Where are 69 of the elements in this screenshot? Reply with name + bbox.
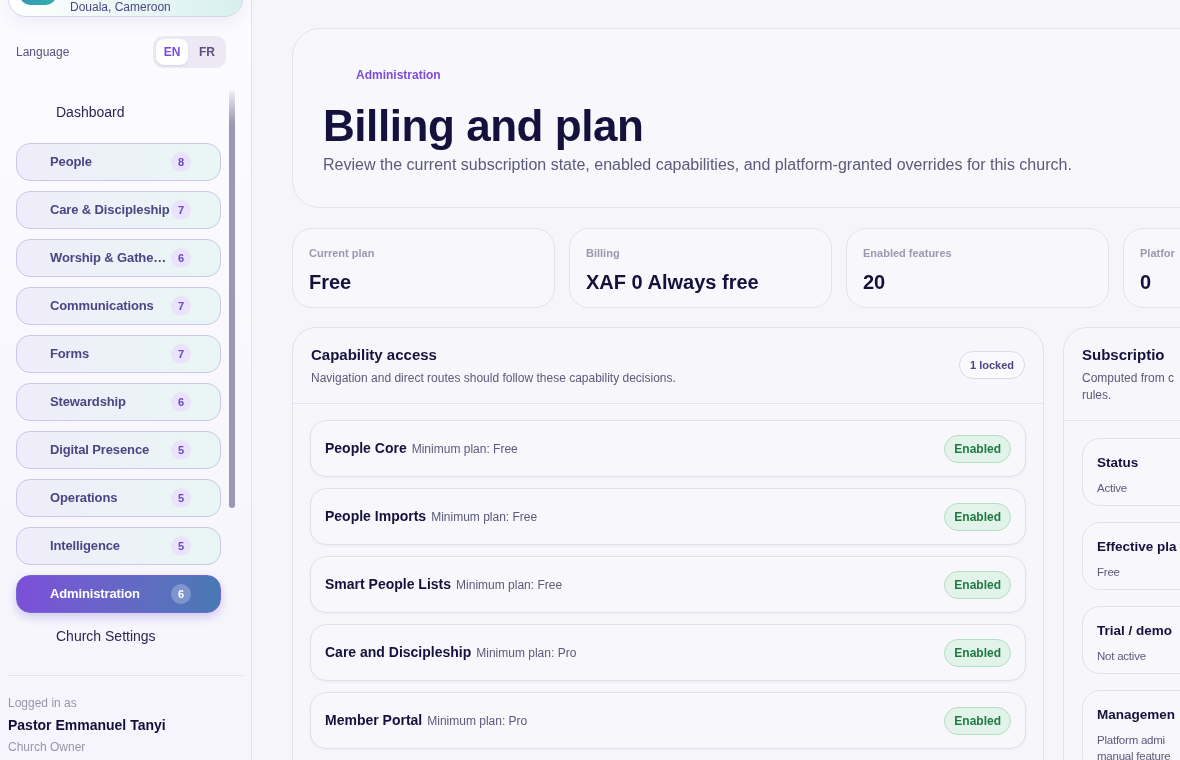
capability-name: People Imports <box>325 507 427 526</box>
nav-group-button[interactable]: Operations 5 <box>16 479 221 517</box>
minimum-plan-text: Minimum plan: Pro <box>427 713 528 730</box>
stat-label: Current plan <box>309 246 375 260</box>
status-pill: Enabled <box>944 434 1011 463</box>
nav-group-button[interactable]: Forms 7 <box>16 335 221 373</box>
stat-value: XAF 0 Always free <box>586 270 759 295</box>
nav-group-button[interactable]: Care & Discipleship 7 <box>16 191 221 229</box>
stat-value: 0 <box>1140 270 1152 295</box>
info-title: Effective pla <box>1097 538 1177 556</box>
stat-value: Free <box>309 270 352 295</box>
nav-group-button[interactable]: Worship & Gathe… 6 <box>16 239 221 277</box>
scrollbar-thumb[interactable] <box>229 90 235 508</box>
info-value: Platform admi manual feature <box>1097 733 1171 760</box>
nav-group-button[interactable]: Digital Presence 5 <box>16 431 221 469</box>
panel-title: Capability access <box>311 345 437 365</box>
info-value: Free <box>1097 565 1120 580</box>
panel-subtitle: Navigation and direct routes should follow these capability decisions. <box>311 370 676 386</box>
capability-name: Care and Discipleship <box>325 643 472 662</box>
stat-label: Platfor <box>1140 246 1175 260</box>
panel-title: Subscriptio <box>1082 345 1165 365</box>
count-badge: 7 <box>171 344 191 364</box>
stat-label: Billing <box>586 246 620 260</box>
count-badge: 6 <box>171 584 191 604</box>
user-name: Pastor Emmanuel Tanyi <box>8 716 166 735</box>
nav-link[interactable]: Church Settings <box>56 617 156 655</box>
info-title: Managemen <box>1097 706 1176 724</box>
minimum-plan-text: Minimum plan: Free <box>456 577 563 594</box>
count-badge: 6 <box>171 248 191 268</box>
status-pill: Enabled <box>944 638 1011 667</box>
minimum-plan-text: Minimum plan: Pro <box>476 645 577 662</box>
count-badge: 5 <box>171 488 191 508</box>
language-option[interactable]: EN <box>156 39 188 65</box>
stat-value: 20 <box>863 270 886 295</box>
count-badge: 5 <box>171 440 191 460</box>
nav-group-button[interactable]: Stewardship 6 <box>16 383 221 421</box>
capability-name: People Core <box>325 439 407 458</box>
locked-count-badge: 1 locked <box>958 351 1025 379</box>
location-text: Douala, Cameroon <box>70 0 171 14</box>
info-title: Status <box>1097 454 1139 472</box>
nav-group-button[interactable]: Intelligence 5 <box>16 527 221 565</box>
info-value: Not active <box>1097 649 1146 664</box>
nav-group-button[interactable]: People 8 <box>16 143 221 181</box>
user-caption: Logged in as <box>8 695 77 711</box>
info-title: Trial / demo <box>1097 622 1173 640</box>
nav-group-button[interactable]: Administration 6 <box>16 575 221 613</box>
status-pill: Enabled <box>944 570 1011 599</box>
page-title: Billing and plan <box>323 100 644 152</box>
stat-label: Enabled features <box>863 246 952 260</box>
count-badge: 7 <box>171 296 191 316</box>
capability-name: Member Portal <box>325 711 423 730</box>
count-badge: 7 <box>171 200 191 220</box>
status-pill: Enabled <box>944 502 1011 531</box>
nav-group-button[interactable]: Communications 7 <box>16 287 221 325</box>
count-badge: 6 <box>171 392 191 412</box>
info-value: Active <box>1097 481 1127 496</box>
minimum-plan-text: Minimum plan: Free <box>411 441 518 458</box>
section-eyebrow: Administration <box>356 68 441 83</box>
status-pill: Enabled <box>944 706 1011 735</box>
count-badge: 5 <box>171 536 191 556</box>
nav-link[interactable]: Dashboard <box>56 93 125 131</box>
language-option[interactable]: FR <box>191 39 223 65</box>
count-badge: 8 <box>171 152 191 172</box>
user-role: Church Owner <box>8 739 86 755</box>
minimum-plan-text: Minimum plan: Free <box>431 509 538 526</box>
capability-name: Smart People Lists <box>325 575 452 594</box>
panel-subtitle: Computed from c rules. <box>1082 370 1175 404</box>
language-label: Language <box>16 44 70 61</box>
page-subtitle: Review the current subscription state, enabled capabilities, and platform-granted overrides for this church. <box>323 155 1072 175</box>
